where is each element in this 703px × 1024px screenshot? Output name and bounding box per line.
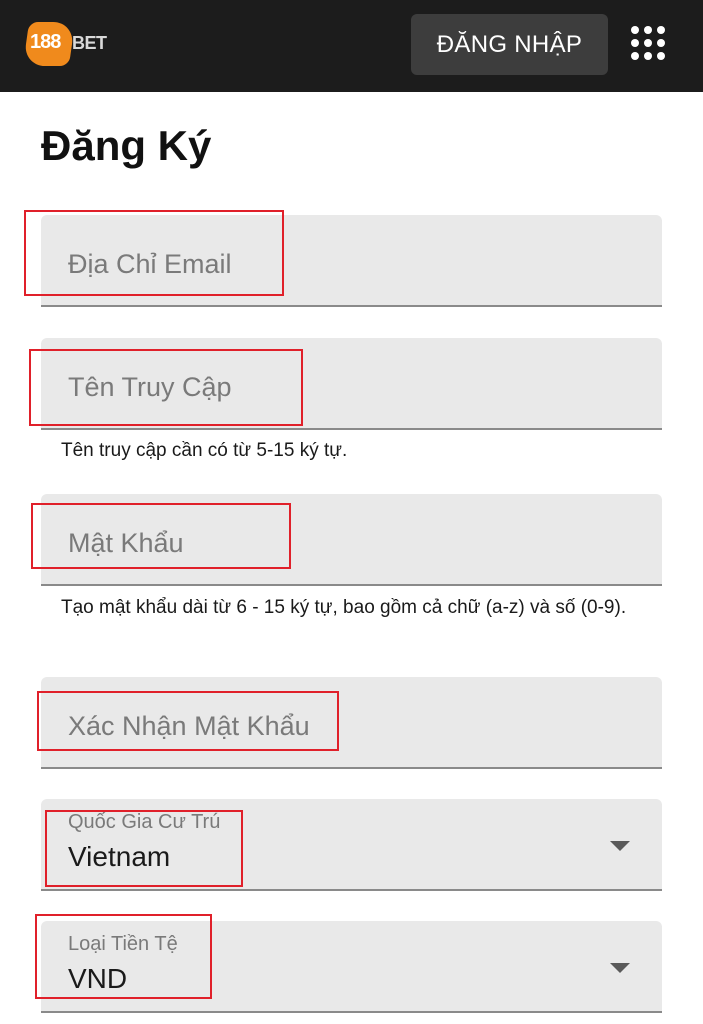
confirm-password-field[interactable]: Xác Nhận Mật Khẩu bbox=[41, 677, 662, 769]
username-field[interactable]: Tên Truy Cập bbox=[41, 338, 662, 430]
email-placeholder: Địa Chỉ Email bbox=[68, 249, 232, 279]
grid-dot bbox=[631, 52, 639, 60]
password-helper-text: Tạo mật khẩu dài từ 6 - 15 ký tự, bao gồ… bbox=[61, 597, 627, 618]
currency-value: VND bbox=[68, 963, 128, 994]
username-helper-text: Tên truy cập cần có từ 5-15 ký tự. bbox=[61, 440, 348, 461]
password-field[interactable]: Mật Khẩu bbox=[41, 494, 662, 586]
grid-dot bbox=[657, 52, 665, 60]
dropdown-caret-icon[interactable] bbox=[610, 841, 630, 851]
confirm-password-placeholder: Xác Nhận Mật Khẩu bbox=[68, 711, 310, 741]
email-field[interactable]: Địa Chỉ Email bbox=[41, 215, 662, 307]
grid-menu-icon[interactable] bbox=[631, 26, 667, 62]
brand-logo[interactable]: 188 BET bbox=[22, 20, 107, 68]
login-button[interactable]: ĐĂNG NHẬP bbox=[411, 14, 608, 75]
grid-dot bbox=[631, 39, 639, 47]
grid-dot bbox=[644, 39, 652, 47]
grid-dot bbox=[644, 52, 652, 60]
top-navigation-bar: 188 BET ĐĂNG NHẬP bbox=[0, 0, 703, 92]
grid-dot bbox=[657, 39, 665, 47]
page-title: Đăng Ký bbox=[41, 122, 212, 169]
logo-number: 188 bbox=[30, 31, 61, 53]
country-select[interactable]: Quốc Gia Cư Trú Vietnam bbox=[41, 799, 662, 891]
dropdown-caret-icon[interactable] bbox=[610, 963, 630, 973]
grid-dot bbox=[631, 26, 639, 34]
username-placeholder: Tên Truy Cập bbox=[68, 372, 232, 402]
country-label: Quốc Gia Cư Trú bbox=[68, 811, 221, 833]
logo-word: BET bbox=[72, 33, 107, 53]
grid-dot bbox=[644, 26, 652, 34]
country-value: Vietnam bbox=[68, 841, 171, 872]
currency-label: Loại Tiền Tệ bbox=[68, 933, 178, 955]
grid-dot bbox=[657, 26, 665, 34]
password-placeholder: Mật Khẩu bbox=[68, 528, 184, 558]
currency-select[interactable]: Loại Tiền Tệ VND bbox=[41, 921, 662, 1013]
